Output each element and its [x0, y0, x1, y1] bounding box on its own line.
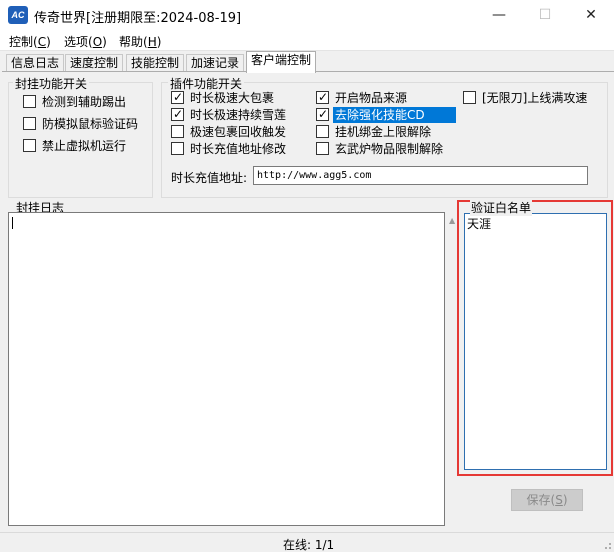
maximize-button[interactable]: ☐ — [522, 0, 568, 31]
checkbox-label: 禁止虚拟机运行 — [42, 139, 127, 153]
checkbox-box[interactable] — [316, 89, 329, 105]
checkbox-label: 开启物品来源 — [335, 91, 408, 105]
whitelist-title: 验证白名单 — [470, 199, 533, 216]
menu-help-accel: H — [147, 35, 157, 49]
checkbox-box[interactable] — [171, 106, 184, 122]
app-window: AC 传奇世界[注册期限至:2024-08-19] — ☐ ✕ 控制(C) 选项… — [0, 0, 614, 552]
checkbox-label: 去除强化技能CD — [333, 107, 456, 123]
menu-control-accel: C — [37, 35, 47, 49]
checkbox-box[interactable] — [171, 89, 184, 105]
tab-client-control[interactable]: 客户端控制 — [246, 51, 317, 73]
save-button-label: 保存( — [526, 493, 556, 507]
save-button-paren: ) — [562, 493, 568, 507]
checkbox-label: 时长极速大包裹 — [190, 91, 275, 105]
checkbox-box[interactable] — [463, 91, 476, 104]
checkbox-box[interactable] — [171, 142, 184, 155]
checkbox-label: 时长极速持续雪莲 — [190, 108, 287, 122]
menu-help-label: 帮助( — [119, 35, 148, 49]
window-title: 传奇世界[注册期限至:2024-08-19] — [34, 11, 242, 26]
checkbox-box[interactable] — [23, 117, 36, 130]
online-count: 在线: 1/1 — [283, 538, 335, 552]
anti-hang-group-title: 封挂功能开关 — [13, 75, 90, 92]
checkbox-label: 防模拟鼠标验证码 — [42, 117, 139, 131]
menu-control-label: 控制( — [9, 35, 38, 49]
menu-options-accel: O — [92, 35, 103, 49]
menu-options-paren: ) — [102, 35, 107, 49]
menu-options-label: 选项( — [64, 35, 93, 49]
menu-help-paren: ) — [156, 35, 162, 49]
title-bar[interactable]: AC 传奇世界[注册期限至:2024-08-19] — ☐ ✕ — [0, 0, 614, 31]
checkbox-box[interactable] — [316, 142, 329, 155]
recharge-address-label: 时长充值地址: — [171, 171, 248, 185]
app-logo-icon: AC — [8, 6, 28, 24]
checkbox-bound-gold-limit[interactable]: 挂机绑金上限解除 — [316, 124, 433, 140]
close-button[interactable]: ✕ — [568, 0, 614, 31]
status-bar: 在线: 1/1 — [0, 532, 614, 552]
menu-help[interactable]: 帮助(H) — [119, 33, 161, 50]
checkbox-item-source[interactable]: 开启物品来源 — [316, 89, 409, 106]
menu-options[interactable]: 选项(O) — [64, 33, 107, 50]
checkbox-detect-assist-kick[interactable]: 检测到辅助踢出 — [23, 94, 128, 110]
checkbox-box[interactable] — [171, 125, 184, 138]
checkbox-xuanwu-furnace-limit[interactable]: 玄武炉物品限制解除 — [316, 141, 445, 157]
checkbox-infinite-blade-attack-speed[interactable]: [无限刀]上线满攻速 — [463, 90, 589, 106]
checkbox-label: 时长充值地址修改 — [190, 142, 287, 156]
menu-bar: 控制(C) 选项(O) 帮助(H) — [0, 31, 614, 51]
checkbox-label: 极速包裹回收触发 — [190, 125, 287, 139]
checkbox-label: 挂机绑金上限解除 — [335, 125, 432, 139]
checkbox-label: 玄武炉物品限制解除 — [335, 142, 444, 156]
save-button-accel: S — [555, 493, 563, 507]
checkbox-duration-snow-lotus[interactable]: 时长极速持续雪莲 — [171, 106, 288, 123]
checkbox-remove-skill-cd[interactable]: 去除强化技能CD — [316, 106, 456, 123]
recharge-address-input[interactable]: http://www.agg5.com — [253, 166, 588, 185]
save-button[interactable]: 保存(S) — [511, 489, 583, 511]
scroll-up-icon[interactable]: ▲ — [449, 216, 456, 228]
checkbox-label: [无限刀]上线满攻速 — [482, 91, 588, 105]
checkbox-anti-mouse-captcha[interactable]: 防模拟鼠标验证码 — [23, 116, 140, 132]
menu-control[interactable]: 控制(C) — [9, 33, 51, 50]
checkbox-recharge-address-modify[interactable]: 时长充值地址修改 — [171, 141, 288, 157]
log-textarea[interactable] — [8, 212, 445, 526]
resize-grip-icon[interactable] — [602, 540, 612, 550]
checkbox-label: 检测到辅助踢出 — [42, 95, 127, 109]
text-caret — [12, 217, 13, 229]
tab-strip: 信息日志 速度控制 技能控制 加速记录 客户端控制 — [0, 51, 614, 73]
menu-control-paren: ) — [46, 35, 51, 49]
checkbox-bag-recycle-trigger[interactable]: 极速包裹回收触发 — [171, 124, 288, 140]
minimize-button[interactable]: — — [476, 0, 522, 31]
checkbox-duration-big-bag[interactable]: 时长极速大包裹 — [171, 89, 276, 106]
checkbox-block-vm[interactable]: 禁止虚拟机运行 — [23, 138, 128, 154]
checkbox-box[interactable] — [316, 106, 329, 122]
checkbox-box[interactable] — [23, 139, 36, 152]
highlight-annotation-box — [457, 200, 613, 476]
checkbox-box[interactable] — [316, 125, 329, 138]
checkbox-box[interactable] — [23, 95, 36, 108]
